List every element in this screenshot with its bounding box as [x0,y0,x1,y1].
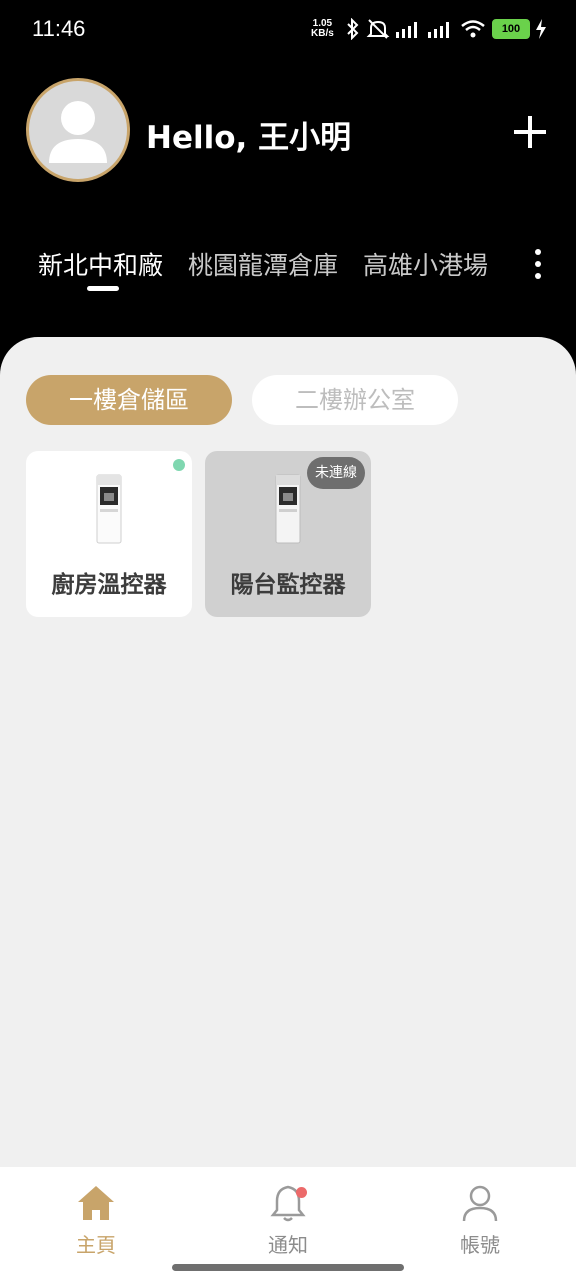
plus-icon[interactable] [508,110,552,154]
avatar[interactable] [26,78,130,182]
nav-account-label: 帳號 [460,1233,500,1257]
nav-home[interactable]: 主頁 [0,1167,192,1257]
offline-status-badge: 未連線 [307,457,365,489]
nav-notifications-label: 通知 [268,1233,308,1257]
status-time: 11:46 [32,16,86,41]
nav-notifications[interactable]: 通知 [192,1167,384,1257]
bottom-nav: 主頁 通知 帳號 [0,1167,576,1257]
nav-account[interactable]: 帳號 [384,1167,576,1257]
tab-site-xiaogang[interactable]: 高雄小港場 [363,246,488,282]
online-status-dot [173,459,185,471]
wifi-icon [461,20,485,38]
user-avatar-icon [49,101,107,163]
notification-badge-dot [296,1187,307,1198]
tab-site-longtan[interactable]: 桃園龍潭倉庫 [188,246,338,282]
network-speed-unit: KB/s [311,28,334,39]
more-vertical-icon[interactable] [526,246,550,282]
home-indicator[interactable] [172,1264,404,1271]
status-icons: 100 [346,18,546,40]
device-name: 陽台監控器 [230,572,346,598]
tab-site-zhonghe[interactable]: 新北中和廠 [38,246,163,282]
signal-icon [396,22,417,38]
tab-area-first-floor[interactable]: 一樓倉儲區 [26,375,232,425]
main-panel: 一樓倉儲區 二樓辦公室 廚房溫控器 未連線 陽台監控器 [0,337,576,1167]
bluetooth-icon [347,18,359,40]
site-tabs: 新北中和廠 桃園龍潭倉庫 高雄小港場 [0,240,576,300]
user-icon [462,1185,498,1222]
greeting-text: Hello, 王小明 [146,120,352,156]
water-dispenser-icon [275,474,301,544]
device-card-balcony[interactable]: 未連線 陽台監控器 [205,451,371,617]
network-speed: 1.05 KB/s [311,19,334,39]
device-name: 廚房溫控器 [51,572,167,598]
active-tab-indicator [87,286,119,291]
home-icon [78,1186,114,1220]
status-bar: 11:46 1.05 KB/s 100 [0,0,576,60]
charging-icon [536,19,546,39]
mute-icon [366,19,390,39]
device-card-kitchen[interactable]: 廚房溫控器 [26,451,192,617]
water-dispenser-icon [96,474,122,544]
signal-icon-2 [428,22,449,38]
nav-home-label: 主頁 [76,1233,116,1257]
tab-area-second-floor[interactable]: 二樓辦公室 [252,375,458,425]
battery-icon: 100 [492,19,530,39]
